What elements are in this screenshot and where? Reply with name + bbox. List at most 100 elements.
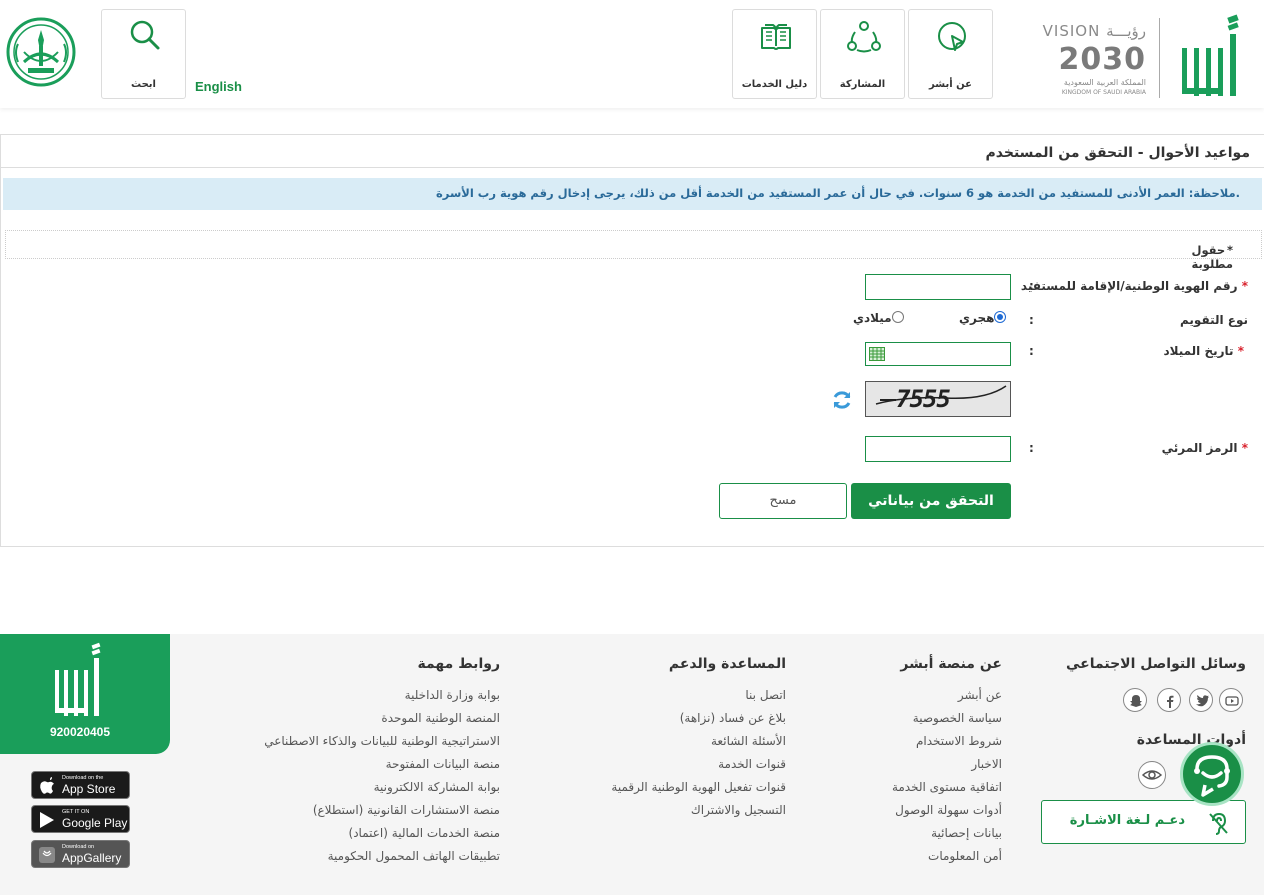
important-link[interactable]: تطبيقات الهاتف المحمول الحكومية bbox=[264, 847, 500, 870]
captcha-input[interactable] bbox=[865, 436, 1011, 462]
id-field-label: رقم الهوية الوطنية/الإقامة للمستفيد bbox=[1020, 279, 1238, 293]
dob-input[interactable] bbox=[865, 342, 1011, 366]
nav-participation-label: المشاركة bbox=[839, 79, 886, 90]
absher-logo[interactable] bbox=[1172, 14, 1242, 100]
vision-year: 2030 bbox=[1058, 42, 1146, 77]
gregorian-label: ميلادي bbox=[853, 311, 892, 325]
apple-icon bbox=[40, 777, 54, 794]
app-store-small: Download on the bbox=[62, 775, 104, 781]
verify-button[interactable]: التحقق من بياناتي bbox=[851, 483, 1011, 519]
support-link[interactable]: الأسئلة الشائعة bbox=[611, 732, 786, 755]
important-link[interactable]: منصة البيانات المفتوحة bbox=[264, 755, 500, 778]
captcha-colon: : bbox=[1029, 441, 1034, 455]
snapchat-link[interactable] bbox=[1123, 688, 1147, 712]
google-play-big: Google Play bbox=[62, 816, 128, 830]
vision-2030-logo: VISION رؤيـــة 2030 المملكة العربية السع… bbox=[1034, 22, 1146, 102]
nav-about-absher[interactable]: عن أبشر bbox=[908, 9, 993, 99]
vision-title-en: VISION bbox=[1042, 22, 1101, 40]
required-fields-box: * حقول مطلوبة bbox=[5, 230, 1262, 271]
search-icon bbox=[130, 20, 160, 50]
book-icon bbox=[761, 24, 791, 50]
eye-tool-button[interactable] bbox=[1138, 761, 1166, 789]
captcha-text: 7555 bbox=[896, 385, 951, 413]
chat-bot-icon bbox=[1194, 755, 1230, 797]
support-link[interactable]: قنوات تفعيل الهوية الوطنية الرقمية bbox=[611, 778, 786, 801]
brand-divider bbox=[1159, 18, 1160, 98]
app-gallery-small: Download on bbox=[62, 844, 95, 850]
ministry-emblem bbox=[6, 17, 76, 87]
twitter-link[interactable] bbox=[1189, 688, 1213, 712]
important-link[interactable]: منصة الاستشارات القانونية (استطلاع) bbox=[264, 801, 500, 824]
hijri-radio[interactable] bbox=[994, 311, 1007, 323]
about-link[interactable]: الاخبار bbox=[892, 755, 1002, 778]
support-link[interactable]: اتصل بنا bbox=[611, 686, 786, 709]
vision-title-ar: رؤيـــة bbox=[1106, 22, 1146, 40]
about-link[interactable]: أمن المعلومات bbox=[892, 847, 1002, 870]
important-links-list: بوابة وزارة الداخلية المنصة الوطنية المو… bbox=[264, 686, 500, 870]
app-gallery-big: AppGallery bbox=[62, 851, 122, 865]
about-title: عن منصة أبشر bbox=[900, 656, 1002, 672]
search-button[interactable]: ابحث bbox=[101, 9, 186, 99]
app-gallery-badge[interactable]: Download on AppGallery bbox=[31, 840, 130, 868]
youtube-link[interactable] bbox=[1219, 688, 1243, 712]
important-link[interactable]: الاستراتيجية الوطنية للبيانات والذكاء ال… bbox=[264, 732, 500, 755]
nav-about-absher-label: عن أبشر bbox=[929, 79, 972, 90]
important-link[interactable]: بوابة المشاركة الالكترونية bbox=[264, 778, 500, 801]
nav-participation[interactable]: المشاركة bbox=[820, 9, 905, 99]
verification-panel: مواعيد الأحوال - التحقق من المستخدم ملاح… bbox=[0, 134, 1264, 547]
share-icon bbox=[847, 21, 881, 53]
gregorian-radio[interactable] bbox=[891, 311, 904, 323]
about-link[interactable]: عن أبشر bbox=[892, 686, 1002, 709]
important-links-title: روابط مهمة bbox=[417, 656, 500, 672]
important-link[interactable]: المنصة الوطنية الموحدة bbox=[264, 709, 500, 732]
app-store-badge[interactable]: Download on the App Store bbox=[31, 771, 130, 799]
calendar-colon: : bbox=[1029, 313, 1034, 327]
chat-assistant-button[interactable] bbox=[1180, 742, 1244, 806]
google-play-badge[interactable]: GET IT ON Google Play bbox=[31, 805, 130, 833]
required-fields-label: حقول مطلوبة bbox=[1191, 243, 1233, 271]
captcha-label-wrap: الرمز المرئي * bbox=[1162, 441, 1248, 455]
facebook-icon bbox=[1167, 695, 1174, 708]
nav-services-guide[interactable]: دليل الخدمات bbox=[732, 9, 817, 99]
title-divider bbox=[1, 167, 1264, 168]
support-link[interactable]: بلاغ عن فساد (نزاهة) bbox=[611, 709, 786, 732]
sign-language-label: دعـم لـغة الاشـارة bbox=[1069, 813, 1185, 828]
gregorian-option[interactable]: ميلادي bbox=[853, 311, 904, 325]
search-button-label: ابحث bbox=[131, 79, 156, 90]
refresh-captcha-icon[interactable] bbox=[831, 389, 853, 411]
language-switch-link[interactable]: English bbox=[195, 79, 242, 94]
snapchat-icon bbox=[1130, 695, 1142, 707]
clear-button[interactable]: مسح bbox=[719, 483, 847, 519]
brand-area: VISION رؤيـــة 2030 المملكة العربية السع… bbox=[1032, 10, 1242, 100]
about-link[interactable]: بيانات إحصائية bbox=[892, 824, 1002, 847]
about-link[interactable]: أدوات سهولة الوصول bbox=[892, 801, 1002, 824]
nav-services-guide-label: دليل الخدمات bbox=[741, 79, 808, 90]
important-link[interactable]: بوابة وزارة الداخلية bbox=[264, 686, 500, 709]
social-title: وسائل التواصل الاجتماعي bbox=[1066, 656, 1246, 672]
dob-label-wrap: تاريخ الميلاد * bbox=[1163, 344, 1248, 358]
page-title: مواعيد الأحوال - التحقق من المستخدم bbox=[985, 145, 1251, 161]
huawei-icon bbox=[39, 847, 55, 863]
sign-language-button[interactable]: دعـم لـغة الاشـارة bbox=[1041, 800, 1246, 844]
about-link[interactable]: اتفاقية مستوى الخدمة bbox=[892, 778, 1002, 801]
facebook-link[interactable] bbox=[1157, 688, 1181, 712]
google-play-small: GET IT ON bbox=[62, 809, 90, 815]
site-footer: 920020405 Download on the App Store GET … bbox=[0, 634, 1264, 895]
twitter-icon bbox=[1196, 695, 1209, 707]
about-link[interactable]: سياسة الخصوصية bbox=[892, 709, 1002, 732]
ear-icon bbox=[1209, 812, 1228, 835]
about-link[interactable]: شروط الاستخدام bbox=[892, 732, 1002, 755]
national-id-input[interactable] bbox=[865, 274, 1011, 300]
important-link[interactable]: منصة الخدمات المالية (اعتماد) bbox=[264, 824, 500, 847]
support-phone[interactable]: 920020405 bbox=[0, 725, 160, 739]
hijri-option[interactable]: هجري bbox=[959, 311, 1007, 325]
calendar-icon[interactable] bbox=[869, 347, 885, 361]
support-link[interactable]: قنوات الخدمة bbox=[611, 755, 786, 778]
play-icon bbox=[40, 812, 54, 828]
dob-colon: : bbox=[1029, 344, 1034, 358]
about-links-list: عن أبشر سياسة الخصوصية شروط الاستخدام ال… bbox=[892, 686, 1002, 870]
age-note-banner: ملاحظة: العمر الأدنى للمستفيد من الخدمة … bbox=[3, 178, 1262, 210]
support-link[interactable]: التسجيل والاشتراك bbox=[611, 801, 786, 824]
dob-label: تاريخ الميلاد bbox=[1163, 344, 1234, 358]
support-links-list: اتصل بنا بلاغ عن فساد (نزاهة) الأسئلة ال… bbox=[611, 686, 786, 824]
